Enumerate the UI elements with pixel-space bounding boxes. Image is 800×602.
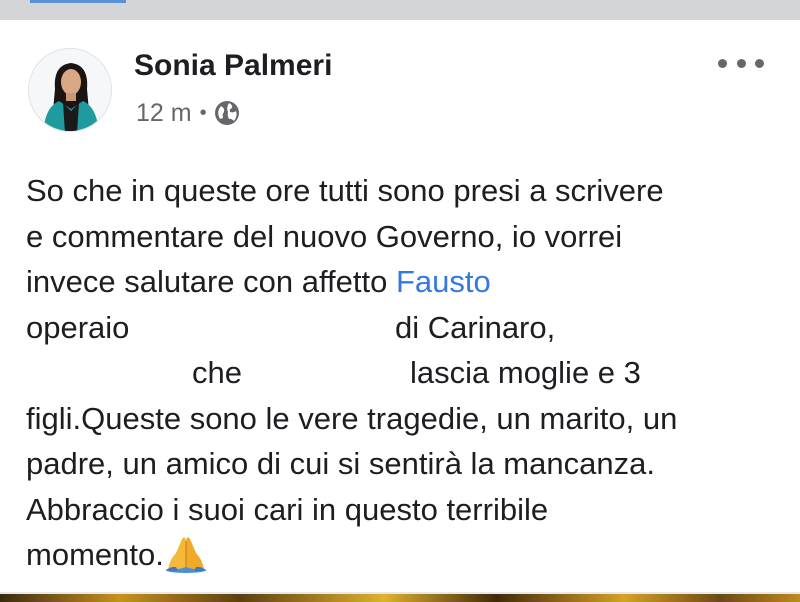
meta-separator: • bbox=[199, 101, 207, 124]
post-text: So che in queste ore tutti sono presi a … bbox=[26, 168, 786, 578]
post-line-text: lascia moglie e 3 bbox=[410, 355, 641, 390]
post-meta: 12 m • bbox=[136, 96, 240, 130]
post-line-text: e commentare del nuovo Governo, io vorre… bbox=[26, 218, 623, 254]
post-line: figli.Queste sono le vere tragedie, un m… bbox=[26, 396, 786, 442]
top-accent-bar bbox=[30, 0, 126, 3]
post-line-text: operaio bbox=[26, 309, 130, 345]
post-line-text: invece salutare con affetto bbox=[26, 264, 396, 299]
post-line: e commentare del nuovo Governo, io vorre… bbox=[26, 214, 786, 260]
post-line-text: So che in queste ore tutti sono presi a … bbox=[26, 173, 664, 208]
post-line: Abbraccio i suoi cari in questo terribil… bbox=[26, 487, 786, 533]
avatar-photo bbox=[29, 49, 111, 131]
post-line: padre, un amico di cui si sentirà la man… bbox=[26, 441, 786, 487]
more-options-button[interactable] bbox=[718, 50, 764, 76]
post-line-text: padre, un amico di cui si sentirà la man… bbox=[26, 446, 655, 481]
avatar[interactable] bbox=[28, 48, 112, 132]
more-dot bbox=[736, 58, 746, 68]
post-line: So che in queste ore tutti sono presi a … bbox=[26, 168, 786, 214]
post-line-text: di Carinaro, bbox=[395, 309, 556, 345]
more-dot bbox=[718, 58, 727, 68]
post-line-text: Abbraccio i suoi cari in questo terribil… bbox=[26, 491, 549, 527]
post-line-text: che bbox=[192, 355, 242, 390]
post-card: Sonia Palmeri 12 m • So che in queste or… bbox=[0, 20, 800, 592]
post-line: che lascia moglie e 3 bbox=[26, 350, 786, 396]
globe-icon[interactable] bbox=[214, 100, 240, 126]
post-line-text: momento. bbox=[26, 537, 164, 572]
post-time[interactable]: 12 m bbox=[136, 99, 192, 128]
more-dot bbox=[755, 58, 764, 68]
top-strip bbox=[0, 0, 800, 20]
post-line-text: figli.Queste sono le vere tragedie, un m… bbox=[26, 400, 678, 436]
author-name[interactable]: Sonia Palmeri bbox=[134, 46, 332, 86]
folded-hands-emoji bbox=[164, 533, 208, 573]
bottom-strip bbox=[0, 594, 800, 602]
post-line: operaio di Carinaro, bbox=[26, 305, 786, 351]
post-line: invece salutare con affetto Fausto bbox=[26, 259, 786, 305]
post-line: momento. bbox=[26, 532, 786, 578]
mention-link[interactable]: Fausto bbox=[396, 264, 491, 299]
